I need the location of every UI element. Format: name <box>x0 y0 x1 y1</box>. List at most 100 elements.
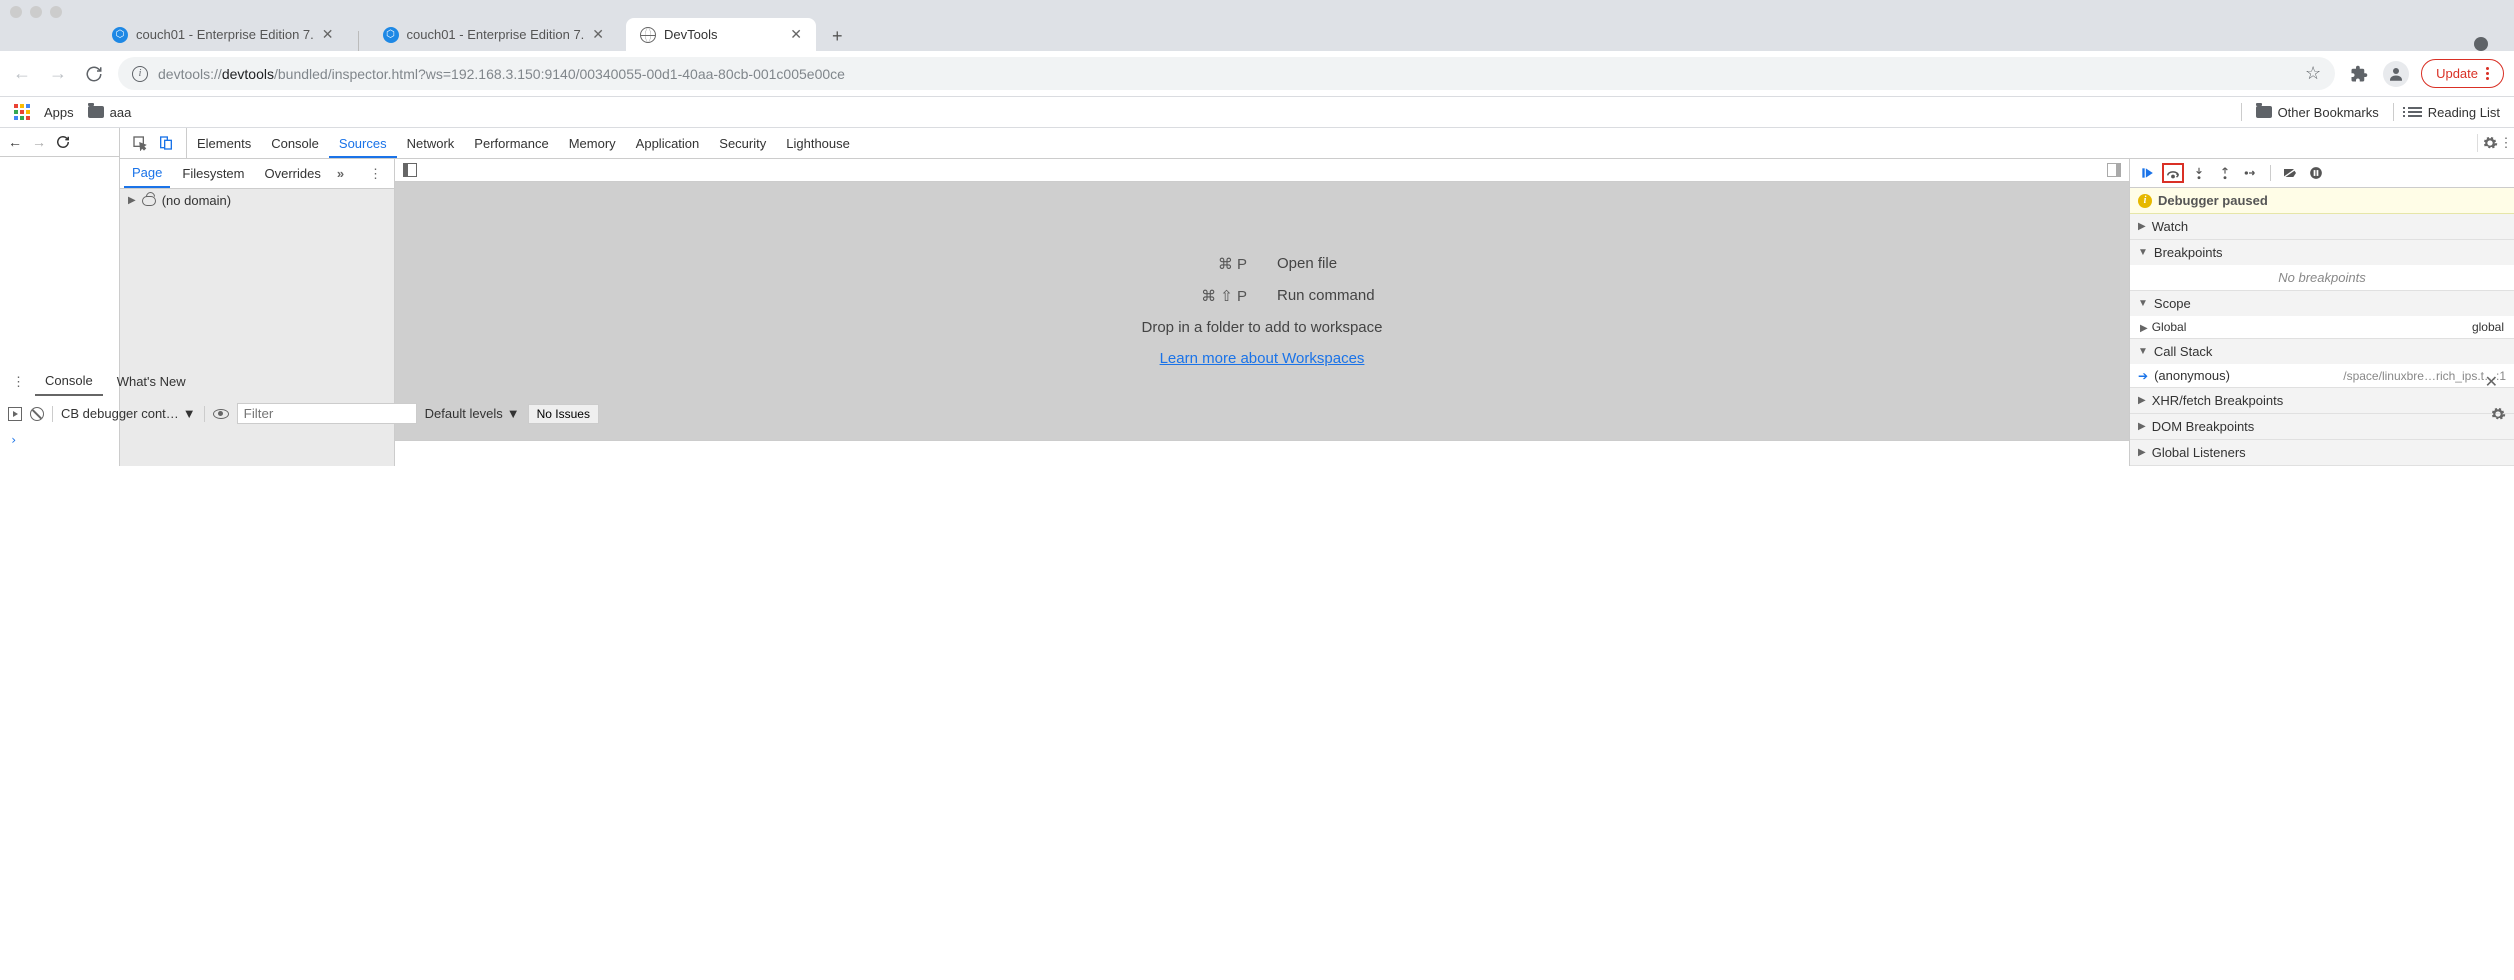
call-stack-section[interactable]: ▼Call Stack <box>2130 339 2514 364</box>
tab-application[interactable]: Application <box>626 129 710 158</box>
profile-avatar[interactable] <box>2383 61 2409 87</box>
device-toggle-icon[interactable] <box>158 135 174 151</box>
devtools-tab-strip: Elements Console Sources Network Perform… <box>120 128 2514 159</box>
clear-console-icon[interactable] <box>30 407 44 421</box>
close-icon[interactable]: ✕ <box>322 26 334 43</box>
tab-network[interactable]: Network <box>397 129 465 158</box>
reading-list-icon <box>2408 107 2422 117</box>
apps-icon[interactable] <box>14 104 30 120</box>
context-selector[interactable]: CB debugger cont…▼ <box>61 406 196 421</box>
learn-workspaces-link[interactable]: Learn more about Workspaces <box>1160 350 1365 367</box>
close-drawer-button[interactable]: ✕ <box>2475 368 2508 396</box>
browser-tab[interactable]: ⬡ couch01 - Enterprise Edition 7. ✕ <box>98 18 348 51</box>
extensions-icon[interactable] <box>2347 62 2371 86</box>
tab-title: DevTools <box>664 27 782 42</box>
mini-back-button[interactable]: ← <box>8 134 22 150</box>
add-tab-button[interactable]: + <box>824 22 851 51</box>
chrome-dropdown-icon[interactable] <box>2474 37 2488 51</box>
tab-strip: ⬡ couch01 - Enterprise Edition 7. ✕ ⬡ co… <box>0 18 2514 51</box>
tab-memory[interactable]: Memory <box>559 129 626 158</box>
window-controls <box>0 0 2514 18</box>
console-settings-icon[interactable] <box>2490 406 2506 422</box>
step-out-button[interactable] <box>2214 163 2236 183</box>
step-over-button[interactable] <box>2162 163 2184 183</box>
traffic-close[interactable] <box>10 6 22 18</box>
reload-button[interactable] <box>82 62 106 86</box>
editor-placeholder: ⌘ P Open file ⌘ ⇧ P Run command Drop in … <box>395 182 2129 440</box>
tab-title: couch01 - Enterprise Edition 7. <box>136 27 314 42</box>
xhr-breakpoints-section[interactable]: ▶XHR/fetch Breakpoints <box>2130 388 2514 413</box>
reading-list[interactable]: Reading List <box>2428 105 2500 120</box>
mini-reload-button[interactable] <box>56 135 70 149</box>
mini-forward-button[interactable]: → <box>32 134 46 150</box>
pause-exceptions-button[interactable] <box>2305 163 2327 183</box>
kebab-icon[interactable]: ⋮ <box>2498 135 2514 151</box>
tab-elements[interactable]: Elements <box>187 129 261 158</box>
tab-console[interactable]: Console <box>261 129 329 158</box>
bookmark-star-icon[interactable]: ☆ <box>2305 63 2321 84</box>
url: devtools://devtools/bundled/inspector.ht… <box>158 66 845 82</box>
resume-button[interactable] <box>2136 163 2158 183</box>
sources-tree[interactable]: ▶ (no domain) <box>120 189 394 466</box>
drawer-tab-whatsnew[interactable]: What's New <box>107 368 196 395</box>
no-breakpoints-text: No breakpoints <box>2130 265 2514 290</box>
other-bookmarks[interactable]: Other Bookmarks <box>2278 105 2379 120</box>
tab-performance[interactable]: Performance <box>464 129 558 158</box>
tree-item[interactable]: ▶ (no domain) <box>120 189 394 212</box>
subtab-filesystem[interactable]: Filesystem <box>174 160 252 187</box>
address-bar[interactable]: i devtools://devtools/bundled/inspector.… <box>118 57 2335 90</box>
info-icon: i <box>2138 194 2152 208</box>
inspect-icon[interactable] <box>132 135 148 151</box>
breakpoints-section[interactable]: ▼Breakpoints <box>2130 240 2514 265</box>
traffic-minimize[interactable] <box>30 6 42 18</box>
toggle-debugger-icon[interactable] <box>2107 163 2121 177</box>
scope-section[interactable]: ▼Scope <box>2130 291 2514 316</box>
log-levels-selector[interactable]: Default levels▼ <box>425 406 520 421</box>
tab-lighthouse[interactable]: Lighthouse <box>776 129 860 158</box>
forward-button[interactable]: → <box>46 62 70 86</box>
tab-title: couch01 - Enterprise Edition 7. <box>407 27 585 42</box>
info-icon[interactable]: i <box>132 66 148 82</box>
console-sidebar-icon[interactable] <box>8 407 22 421</box>
update-button[interactable]: Update <box>2421 59 2504 88</box>
watch-section[interactable]: ▶Watch <box>2130 214 2514 239</box>
call-frame[interactable]: ➔ (anonymous) /space/linuxbre…rich_ips.t… <box>2130 364 2514 387</box>
folder-icon <box>2256 106 2272 118</box>
deactivate-breakpoints-button[interactable] <box>2279 163 2301 183</box>
more-tabs-icon[interactable]: » <box>337 166 344 181</box>
bookmark-folder[interactable]: aaa <box>88 105 132 120</box>
close-icon[interactable]: ✕ <box>592 26 604 43</box>
subtab-page[interactable]: Page <box>124 159 170 188</box>
cloud-icon <box>142 196 156 206</box>
kebab-icon[interactable]: ⋮ <box>361 162 390 186</box>
browser-tab[interactable]: ⬡ couch01 - Enterprise Edition 7. ✕ <box>369 18 619 51</box>
couchbase-icon: ⬡ <box>383 27 399 43</box>
live-expression-icon[interactable] <box>213 409 229 419</box>
traffic-maximize[interactable] <box>50 6 62 18</box>
tab-sources[interactable]: Sources <box>329 129 397 158</box>
console-filter-input[interactable] <box>237 403 417 424</box>
back-button[interactable]: ← <box>10 62 34 86</box>
global-listeners-section[interactable]: ▶Global Listeners <box>2130 440 2514 465</box>
dom-breakpoints-section[interactable]: ▶DOM Breakpoints <box>2130 414 2514 439</box>
toggle-navigator-icon[interactable] <box>403 163 417 177</box>
folder-icon <box>88 106 104 118</box>
issues-button[interactable]: No Issues <box>528 404 599 424</box>
subtab-overrides[interactable]: Overrides <box>257 160 329 187</box>
scope-row[interactable]: ▶Global global <box>2130 316 2514 338</box>
globe-icon <box>640 27 656 43</box>
current-frame-icon: ➔ <box>2138 369 2148 383</box>
apps-label[interactable]: Apps <box>44 105 74 120</box>
expand-icon[interactable]: ▶ <box>128 195 136 206</box>
step-into-button[interactable] <box>2188 163 2210 183</box>
browser-tab-active[interactable]: DevTools ✕ <box>626 18 816 51</box>
tab-security[interactable]: Security <box>709 129 776 158</box>
settings-icon[interactable] <box>2482 135 2498 151</box>
kebab-icon[interactable]: ⋮ <box>6 370 31 394</box>
kebab-icon <box>2486 67 2489 80</box>
close-icon[interactable]: ✕ <box>790 26 802 43</box>
drawer-tab-console[interactable]: Console <box>35 367 103 396</box>
debugger-paused-banner: i Debugger paused <box>2130 188 2514 214</box>
step-button[interactable] <box>2240 163 2262 183</box>
couchbase-icon: ⬡ <box>112 27 128 43</box>
